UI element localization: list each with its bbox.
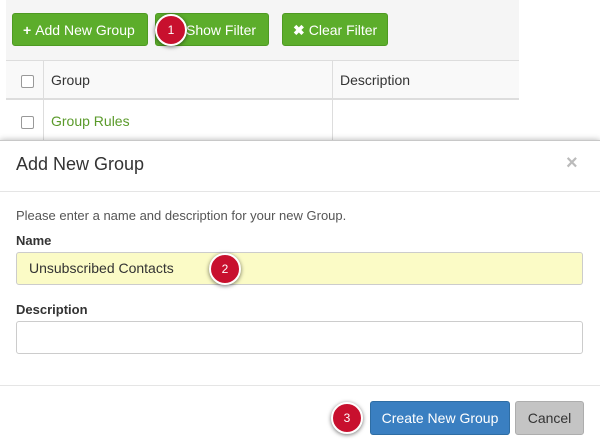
x-icon: ✖ — [293, 22, 305, 38]
column-divider — [332, 60, 333, 140]
cancel-button[interactable]: Cancel — [515, 401, 584, 435]
step-3-callout: 3 — [331, 402, 363, 434]
modal-title: Add New Group — [16, 154, 145, 174]
header-divider — [0, 191, 600, 192]
name-label: Name — [16, 233, 52, 248]
add-new-group-button[interactable]: + Add New Group — [12, 13, 148, 46]
background-page: + Add New Group Show Filter ✖ Clear Filter… — [0, 0, 600, 140]
column-header-group: Group — [51, 72, 90, 88]
clear-filter-label: Clear Filter — [308, 22, 378, 38]
column-header-description: Description — [340, 72, 411, 88]
description-label: Description — [16, 302, 88, 317]
plus-icon: + — [23, 22, 32, 38]
add-new-group-label: Add New Group — [35, 22, 135, 38]
column-divider — [43, 60, 44, 140]
create-new-group-button[interactable]: Create New Group — [370, 401, 510, 435]
close-icon[interactable]: × — [566, 152, 578, 175]
select-all-checkbox[interactable] — [21, 75, 34, 88]
description-field[interactable] — [16, 321, 583, 354]
footer-divider — [0, 385, 600, 386]
step-2-callout: 2 — [209, 253, 241, 285]
intro-text: Please enter a name and description for … — [16, 208, 347, 223]
clear-filter-button[interactable]: ✖ Clear Filter — [282, 13, 388, 46]
step-1-callout: 1 — [155, 14, 187, 46]
name-field[interactable]: Unsubscribed Contacts — [16, 252, 583, 285]
show-filter-label: Show Filter — [186, 22, 257, 38]
group-link[interactable]: Group Rules — [51, 113, 130, 129]
add-group-modal: Add New Group × Please enter a name and … — [0, 140, 600, 446]
row-checkbox[interactable] — [21, 116, 34, 129]
